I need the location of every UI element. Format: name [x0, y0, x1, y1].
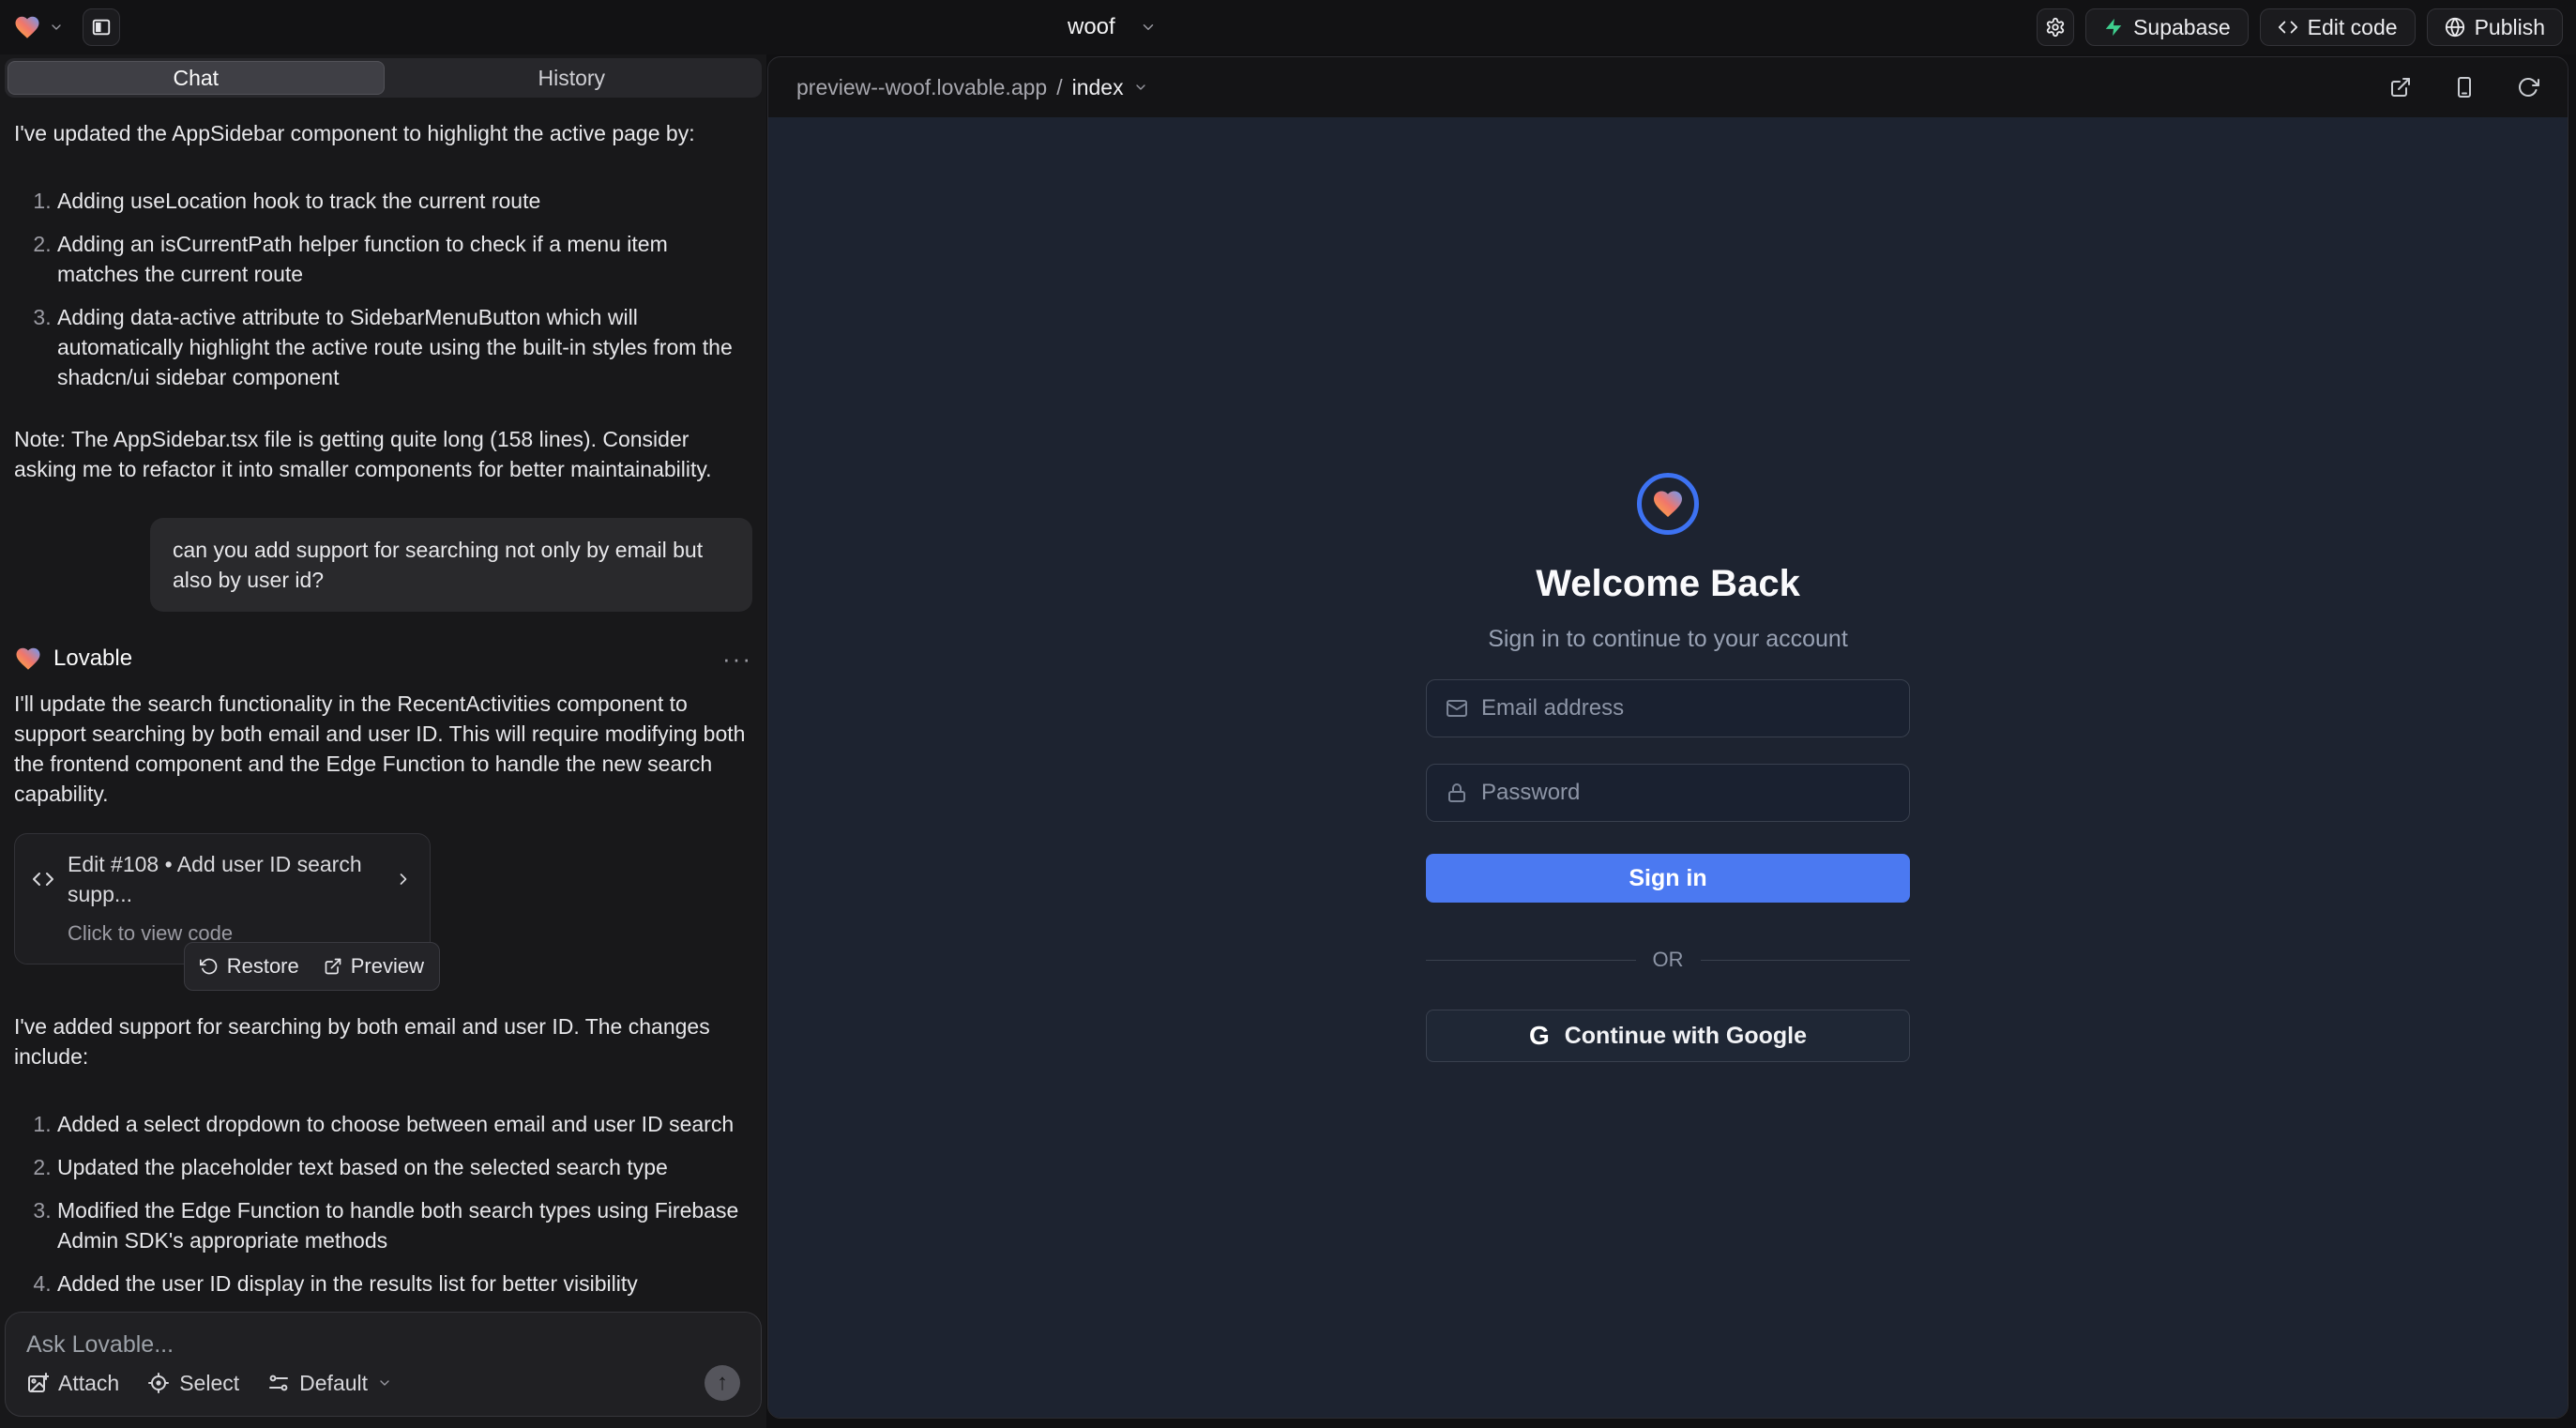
- restore-label: Restore: [227, 951, 299, 981]
- preview-edit-button[interactable]: Preview: [324, 951, 424, 981]
- gear-icon: [2045, 17, 2066, 38]
- globe-icon: [2445, 17, 2465, 38]
- supabase-label: Supabase: [2133, 15, 2231, 40]
- chat-input[interactable]: [26, 1331, 740, 1365]
- mail-icon: [1446, 697, 1468, 720]
- code-icon: [32, 868, 54, 890]
- open-in-new-tab-icon[interactable]: [2389, 76, 2412, 99]
- project-name: woof: [1068, 14, 1115, 40]
- sign-in-button[interactable]: Sign in: [1426, 854, 1910, 903]
- assistant-note: Note: The AppSidebar.tsx file is getting…: [14, 424, 752, 484]
- lovable-logo-menu[interactable]: [13, 13, 64, 41]
- user-message-bubble: can you add support for searching not on…: [150, 518, 752, 612]
- or-label: OR: [1653, 948, 1684, 972]
- mode-selector[interactable]: Default: [267, 1371, 392, 1396]
- sliders-icon: [267, 1372, 290, 1394]
- top-bar: woof Supabase Edit code Publish: [0, 0, 2576, 54]
- list-item: Adding useLocation hook to track the cur…: [57, 186, 752, 216]
- preview-header: preview--woof.lovable.app / index: [768, 57, 2568, 117]
- panel-left-icon: [91, 17, 112, 38]
- google-sign-in-button[interactable]: G Continue with Google: [1426, 1010, 1910, 1062]
- heart-icon: [1651, 487, 1685, 521]
- preview-iframe: Welcome Back Sign in to continue to your…: [768, 117, 2568, 1418]
- lock-icon: [1446, 782, 1468, 804]
- mobile-view-icon[interactable]: [2453, 76, 2476, 99]
- auth-title: Welcome Back: [1536, 563, 1800, 605]
- app-logo: [1637, 473, 1699, 535]
- assistant-paragraph: I'll update the search functionality in …: [14, 689, 752, 809]
- locate-icon: [147, 1372, 170, 1394]
- chevron-down-icon: [377, 1375, 392, 1390]
- edit-card-actions: Restore Preview: [184, 942, 440, 991]
- supabase-button[interactable]: Supabase: [2085, 8, 2249, 46]
- image-plus-icon: [26, 1372, 49, 1394]
- composer: Attach Select Default: [5, 1312, 762, 1417]
- preview-panel: preview--woof.lovable.app / index: [767, 56, 2568, 1419]
- assistant-paragraph: I've updated the AppSidebar component to…: [14, 118, 752, 148]
- external-link-icon: [324, 957, 342, 976]
- tab-chat[interactable]: Chat: [8, 61, 385, 95]
- chevron-right-icon: [394, 870, 413, 889]
- edit-code-button[interactable]: Edit code: [2260, 8, 2416, 46]
- mode-label: Default: [299, 1371, 368, 1396]
- supabase-bolt-icon: [2103, 17, 2124, 38]
- edit-code-label: Edit code: [2308, 15, 2398, 40]
- chevron-down-icon: [49, 20, 64, 35]
- send-button[interactable]: ↑: [705, 1365, 740, 1401]
- chat-history-tabbar: Chat History: [5, 58, 762, 98]
- or-divider: OR: [1426, 948, 1910, 972]
- change-list: Added a select dropdown to choose betwee…: [14, 1096, 752, 1312]
- password-field[interactable]: [1481, 780, 1890, 806]
- select-element-button[interactable]: Select: [147, 1371, 239, 1396]
- settings-button[interactable]: [2037, 8, 2074, 46]
- message-list[interactable]: I've updated the AppSidebar component to…: [5, 98, 762, 1312]
- restore-icon: [200, 957, 219, 976]
- select-label: Select: [179, 1371, 239, 1396]
- code-icon: [2278, 17, 2298, 38]
- list-item: Adding an isCurrentPath helper function …: [57, 229, 752, 289]
- attach-button[interactable]: Attach: [26, 1371, 119, 1396]
- tab-history[interactable]: History: [385, 61, 760, 95]
- attach-label: Attach: [58, 1371, 119, 1396]
- publish-label: Publish: [2475, 15, 2545, 40]
- chevron-down-icon: [1133, 80, 1148, 95]
- lovable-heart-icon: [14, 645, 42, 673]
- assistant-name: Lovable: [53, 644, 132, 674]
- auth-subtitle: Sign in to continue to your account: [1488, 626, 1848, 653]
- google-icon: G: [1529, 1021, 1550, 1051]
- email-field-wrapper: [1426, 679, 1910, 737]
- list-item: Modified the Edge Function to handle bot…: [57, 1195, 752, 1255]
- assistant-paragraph: I've added support for searching by both…: [14, 1011, 752, 1071]
- password-field-wrapper: [1426, 764, 1910, 822]
- edit-card-title: Edit #108 • Add user ID search supp...: [68, 849, 381, 909]
- list-item: Adding data-active attribute to SidebarM…: [57, 302, 752, 392]
- change-list: Adding useLocation hook to track the cur…: [14, 173, 752, 405]
- list-item: Updated the placeholder text based on th…: [57, 1152, 752, 1182]
- publish-button[interactable]: Publish: [2427, 8, 2563, 46]
- preview-url: preview--woof.lovable.app: [796, 75, 1047, 100]
- project-switcher[interactable]: woof: [1068, 0, 1157, 54]
- preview-url-selector[interactable]: preview--woof.lovable.app / index: [796, 75, 1148, 100]
- lovable-heart-icon: [13, 13, 41, 41]
- message-more-button[interactable]: ···: [722, 644, 752, 674]
- preview-route: index: [1072, 75, 1124, 100]
- chevron-down-icon: [1140, 19, 1157, 36]
- list-item: Added a select dropdown to choose betwee…: [57, 1109, 752, 1139]
- list-item: Added the user ID display in the results…: [57, 1268, 752, 1299]
- auth-card: Welcome Back Sign in to continue to your…: [1426, 473, 1910, 1062]
- refresh-icon[interactable]: [2517, 76, 2539, 99]
- toggle-sidebar-button[interactable]: [83, 8, 120, 46]
- url-separator: /: [1056, 75, 1062, 100]
- assistant-header: Lovable ···: [14, 644, 752, 674]
- email-field[interactable]: [1481, 695, 1890, 722]
- preview-label: Preview: [351, 951, 424, 981]
- restore-button[interactable]: Restore: [200, 951, 299, 981]
- google-label: Continue with Google: [1565, 1023, 1807, 1050]
- chat-panel: Chat History I've updated the AppSidebar…: [0, 54, 766, 1428]
